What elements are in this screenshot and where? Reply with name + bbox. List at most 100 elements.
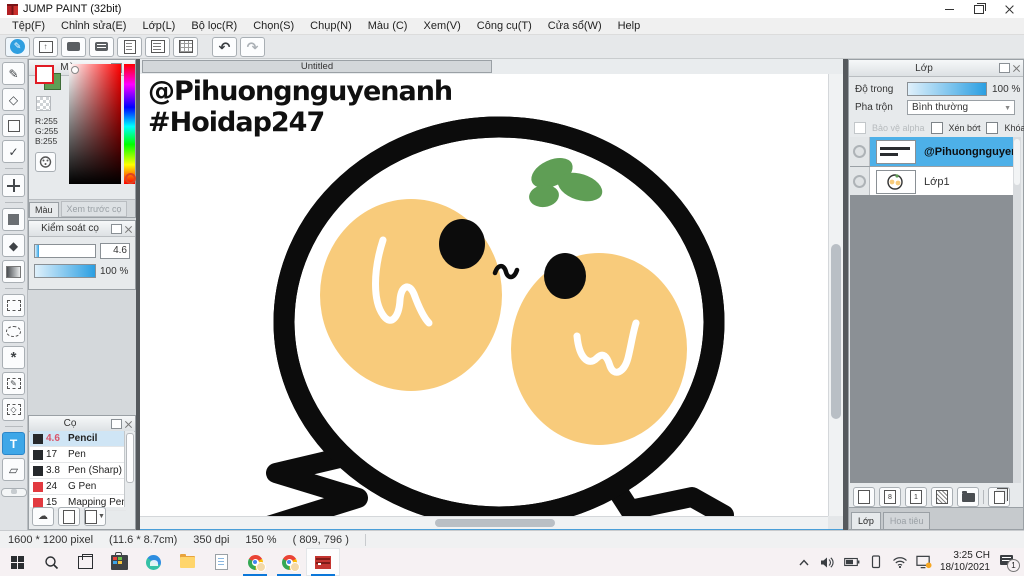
lock-checkbox[interactable]: [986, 122, 999, 134]
tab-brush-preview[interactable]: Xem trước cọ: [60, 201, 128, 217]
visibility-cell[interactable]: [850, 137, 870, 166]
blend-mode-select[interactable]: Bình thường ▼: [907, 100, 1015, 115]
jump-paint-taskbar-button[interactable]: [306, 548, 340, 576]
popout-icon[interactable]: [111, 223, 122, 234]
close-panel-icon[interactable]: [124, 420, 133, 428]
taskbar-clock[interactable]: 3:25 CH 18/10/2021: [940, 550, 990, 574]
tray-expand-chevron[interactable]: [796, 554, 812, 570]
brush-size-slider[interactable]: [34, 244, 96, 258]
menu-color[interactable]: Màu (C): [360, 18, 416, 34]
close-panel-icon[interactable]: [1012, 64, 1021, 72]
tab-layer[interactable]: Lớp: [851, 512, 881, 529]
sv-cursor[interactable]: [71, 66, 79, 74]
notification-center-button[interactable]: 1: [998, 554, 1020, 572]
select-eraser-tool[interactable]: ◇: [2, 398, 25, 421]
transparent-color-swatch[interactable]: [36, 96, 51, 111]
notepad-button[interactable]: [204, 548, 238, 576]
fill-rect-tool[interactable]: [2, 208, 25, 231]
close-button[interactable]: [994, 0, 1024, 18]
menu-edit[interactable]: Chỉnh sửa(E): [53, 18, 134, 34]
eraser-tool[interactable]: ◇: [2, 88, 25, 111]
comment-button[interactable]: [61, 36, 86, 57]
brush-opacity-slider[interactable]: [34, 264, 96, 278]
layer-list-scrollbar[interactable]: [1013, 137, 1021, 483]
curve-tool[interactable]: ✓: [2, 140, 25, 163]
brush-menu-button[interactable]: ▼: [84, 507, 106, 526]
cloud-brush-button[interactable]: ☁: [32, 507, 54, 526]
start-button[interactable]: [0, 548, 34, 576]
tab-color[interactable]: Màu: [29, 202, 59, 217]
search-button[interactable]: [34, 548, 68, 576]
menu-capture[interactable]: Chụp(N): [302, 18, 360, 34]
toolstrip-mini-slider[interactable]: [0, 488, 27, 497]
shape-tool[interactable]: [2, 114, 25, 137]
paint-mode-button[interactable]: ✎: [5, 36, 30, 57]
bucket-tool[interactable]: ◆: [2, 234, 25, 257]
menu-file[interactable]: Tệp(F): [4, 18, 53, 34]
layer-row-text[interactable]: @Pihuongnguyenanh: [850, 137, 1014, 167]
canvas-vertical-scrollbar[interactable]: [828, 74, 843, 517]
menu-filter[interactable]: Bộ lọc(R): [183, 18, 245, 34]
polygon-select-tool[interactable]: ▱: [2, 458, 25, 481]
restore-button[interactable]: [964, 0, 994, 18]
menu-window[interactable]: Cửa sổ(W): [540, 18, 610, 34]
hue-slider[interactable]: [124, 64, 136, 184]
visibility-cell[interactable]: [850, 167, 870, 196]
minimize-button[interactable]: [934, 0, 964, 18]
magic-wand-tool[interactable]: *: [2, 346, 25, 369]
redo-button[interactable]: ↷: [240, 36, 265, 57]
display-status-icon[interactable]: [916, 554, 932, 570]
brush-list-scrollbar[interactable]: [124, 431, 134, 507]
gradient-tool[interactable]: [2, 260, 25, 283]
palette-button[interactable]: [35, 152, 56, 172]
layer-opacity-slider[interactable]: [907, 82, 987, 96]
wifi-icon[interactable]: [892, 554, 908, 570]
file-explorer-button[interactable]: [170, 548, 204, 576]
document-button[interactable]: [117, 36, 142, 57]
brush-row-pencil[interactable]: 4.6 Pencil: [30, 431, 126, 447]
brush-tool[interactable]: ✎: [2, 62, 25, 85]
chrome-window-1-button[interactable]: [238, 548, 272, 576]
tab-navigator[interactable]: Hoa tiêu: [882, 512, 931, 529]
message-button[interactable]: [89, 36, 114, 57]
undo-button[interactable]: ↶: [212, 36, 237, 57]
move-tool[interactable]: [2, 174, 25, 197]
menu-tools[interactable]: Công cụ(T): [469, 18, 540, 34]
menu-help[interactable]: Help: [610, 18, 649, 34]
edge-button[interactable]: [136, 548, 170, 576]
popout-icon[interactable]: [111, 418, 122, 429]
new-folder-button[interactable]: [957, 487, 979, 507]
battery-icon[interactable]: [844, 554, 860, 570]
lasso-select-tool[interactable]: [2, 320, 25, 343]
protect-alpha-checkbox[interactable]: [854, 122, 866, 134]
new-layer-button[interactable]: [853, 487, 875, 507]
task-view-button[interactable]: [68, 548, 102, 576]
select-pen-tool[interactable]: ✎: [2, 372, 25, 395]
new-tone-layer-button[interactable]: [931, 487, 953, 507]
popout-icon[interactable]: [999, 63, 1010, 73]
chrome-window-2-button[interactable]: [272, 548, 306, 576]
marquee-select-tool[interactable]: [2, 294, 25, 317]
menu-view[interactable]: Xem(V): [415, 18, 468, 34]
close-panel-icon[interactable]: [124, 225, 133, 233]
phone-link-icon[interactable]: [868, 554, 884, 570]
brush-row-pen-sharp[interactable]: 3.8 Pen (Sharp): [30, 463, 126, 479]
brush-size-value[interactable]: 4.6: [100, 243, 130, 259]
menu-layer[interactable]: Lớp(L): [134, 18, 183, 34]
new-1bit-layer-button[interactable]: 1: [905, 487, 927, 507]
layer-row-drawing[interactable]: Lớp1: [850, 167, 1014, 197]
volume-icon[interactable]: [820, 554, 836, 570]
scroll-thumb[interactable]: [1014, 139, 1020, 185]
brush-row-pen[interactable]: 17 Pen: [30, 447, 126, 463]
clipping-checkbox[interactable]: [930, 122, 943, 134]
scroll-thumb[interactable]: [435, 519, 555, 527]
hue-cursor[interactable]: [125, 173, 136, 184]
document-tab[interactable]: Untitled: [142, 60, 492, 73]
text-tool[interactable]: T: [2, 432, 25, 455]
menu-select[interactable]: Chọn(S): [245, 18, 302, 34]
microsoft-store-button[interactable]: [102, 548, 136, 576]
new-8bit-layer-button[interactable]: 8: [879, 487, 901, 507]
duplicate-layer-button[interactable]: [988, 487, 1010, 507]
scroll-thumb[interactable]: [831, 244, 841, 419]
canvas-horizontal-scrollbar[interactable]: [140, 516, 828, 529]
